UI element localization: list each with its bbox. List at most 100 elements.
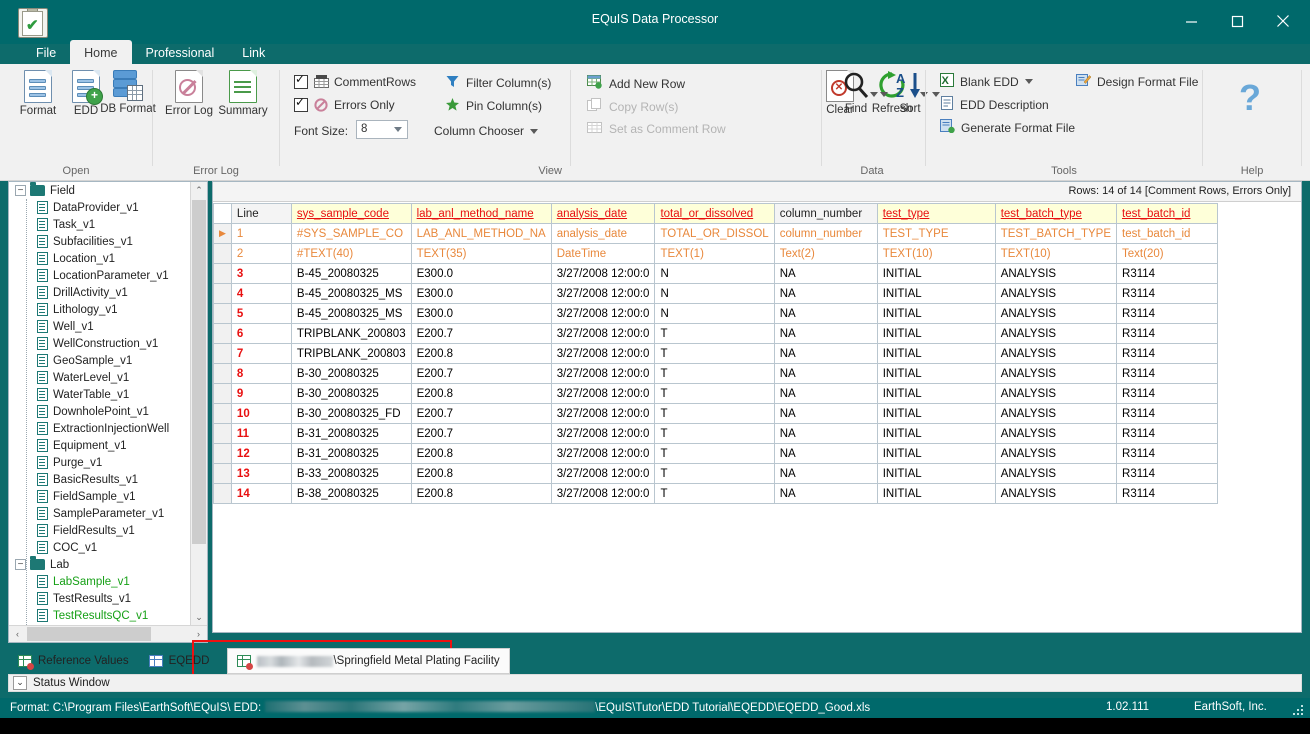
- cell-lab_anl_method_name[interactable]: E200.8: [411, 464, 551, 484]
- row-marker[interactable]: [214, 464, 232, 484]
- cell-total_or_dissolved[interactable]: N: [655, 264, 774, 284]
- pin-columns-item[interactable]: Pin Column(s): [446, 98, 542, 114]
- cell-column_number[interactable]: NA: [774, 304, 877, 324]
- scroll-thumb-h[interactable]: [27, 627, 151, 641]
- tree-item-testresults_v1[interactable]: TestResults_v1: [9, 590, 191, 607]
- tree-item-labsample_v1[interactable]: LabSample_v1: [9, 573, 191, 590]
- minimize-icon[interactable]: [1168, 4, 1214, 38]
- cell-analysis_date[interactable]: 3/27/2008 12:00:0: [551, 384, 655, 404]
- cell-test_batch_id[interactable]: R3114: [1117, 464, 1218, 484]
- tree-item-basicresults_v1[interactable]: BasicResults_v1: [9, 471, 191, 488]
- cell-test_batch_id[interactable]: R3114: [1117, 444, 1218, 464]
- tab-file[interactable]: File: [22, 40, 70, 66]
- cell-test_batch_type[interactable]: ANALYSIS: [995, 424, 1116, 444]
- bottom-tab-eqedd[interactable]: EQEDD: [139, 648, 220, 674]
- cell-test_type[interactable]: INITIAL: [877, 484, 995, 504]
- scroll-left-icon[interactable]: ‹: [9, 626, 26, 642]
- chevrons-down-icon[interactable]: ⌄: [13, 676, 27, 690]
- chevron-down-icon[interactable]: [394, 127, 402, 132]
- tree-item-purge_v1[interactable]: Purge_v1: [9, 454, 191, 471]
- cell-column_number[interactable]: NA: [774, 344, 877, 364]
- cell-analysis_date[interactable]: 3/27/2008 12:00:0: [551, 324, 655, 344]
- sort-button[interactable]: AZ Sort: [882, 70, 938, 116]
- cell-test_type[interactable]: INITIAL: [877, 264, 995, 284]
- cell-test_batch_type[interactable]: ANALYSIS: [995, 484, 1116, 504]
- cell-test_type[interactable]: INITIAL: [877, 284, 995, 304]
- column-header-test_batch_type[interactable]: test_batch_type: [995, 204, 1116, 224]
- cell-test_type[interactable]: TEXT(10): [877, 244, 995, 264]
- tab-professional[interactable]: Professional: [132, 40, 229, 66]
- cell-test_batch_type[interactable]: ANALYSIS: [995, 304, 1116, 324]
- table-row[interactable]: 11B-31_20080325E200.73/27/2008 12:00:0TN…: [214, 424, 1218, 444]
- table-row[interactable]: 13B-33_20080325E200.83/27/2008 12:00:0TN…: [214, 464, 1218, 484]
- tree-group-lab[interactable]: −Lab: [9, 556, 191, 573]
- cell-test_type[interactable]: INITIAL: [877, 324, 995, 344]
- cell-test_batch_type[interactable]: ANALYSIS: [995, 324, 1116, 344]
- cell-test_batch_id[interactable]: test_batch_id: [1117, 224, 1218, 244]
- cell-test_batch_type[interactable]: ANALYSIS: [995, 444, 1116, 464]
- cell-total_or_dissolved[interactable]: T: [655, 444, 774, 464]
- tree-horizontal-scrollbar[interactable]: ‹ ›: [9, 625, 207, 642]
- cell-analysis_date[interactable]: 3/27/2008 12:00:0: [551, 284, 655, 304]
- table-row[interactable]: 2#TEXT(40)TEXT(35)DateTimeTEXT(1)Text(2)…: [214, 244, 1218, 264]
- tree-item-extractioninjectionwell[interactable]: ExtractionInjectionWell: [9, 420, 191, 437]
- cell-analysis_date[interactable]: 3/27/2008 12:00:0: [551, 404, 655, 424]
- cell-sys_sample_code[interactable]: B-31_20080325: [291, 424, 411, 444]
- table-row[interactable]: ▶1#SYS_SAMPLE_COLAB_ANL_METHOD_NAanalysi…: [214, 224, 1218, 244]
- cell-test_batch_type[interactable]: ANALYSIS: [995, 364, 1116, 384]
- tree-item-drillactivity_v1[interactable]: DrillActivity_v1: [9, 284, 191, 301]
- cell-sys_sample_code[interactable]: #SYS_SAMPLE_CO: [291, 224, 411, 244]
- cell-column_number[interactable]: NA: [774, 284, 877, 304]
- cell-lab_anl_method_name[interactable]: LAB_ANL_METHOD_NA: [411, 224, 551, 244]
- tree-item-waterlevel_v1[interactable]: WaterLevel_v1: [9, 369, 191, 386]
- column-header-total_or_dissolved[interactable]: total_or_dissolved: [655, 204, 774, 224]
- cell-test_batch_id[interactable]: R3114: [1117, 424, 1218, 444]
- find-button[interactable]: Find: [828, 70, 884, 116]
- row-marker[interactable]: [214, 344, 232, 364]
- cell-analysis_date[interactable]: 3/27/2008 12:00:0: [551, 444, 655, 464]
- table-row[interactable]: 9B-30_20080325E200.83/27/2008 12:00:0TNA…: [214, 384, 1218, 404]
- tree-item-watertable_v1[interactable]: WaterTable_v1: [9, 386, 191, 403]
- cell-total_or_dissolved[interactable]: TOTAL_OR_DISSOL: [655, 224, 774, 244]
- tree-item-downholepoint_v1[interactable]: DownholePoint_v1: [9, 403, 191, 420]
- cell-test_type[interactable]: INITIAL: [877, 364, 995, 384]
- cell-analysis_date[interactable]: 3/27/2008 12:00:0: [551, 424, 655, 444]
- cell-sys_sample_code[interactable]: TRIPBLANK_200803: [291, 324, 411, 344]
- tree-item-well_v1[interactable]: Well_v1: [9, 318, 191, 335]
- row-marker[interactable]: [214, 424, 232, 444]
- cell-test_batch_type[interactable]: ANALYSIS: [995, 284, 1116, 304]
- cell-total_or_dissolved[interactable]: T: [655, 364, 774, 384]
- design-format-file-item[interactable]: Design Format File: [1076, 73, 1198, 90]
- row-marker[interactable]: [214, 404, 232, 424]
- chevron-down-icon[interactable]: [1025, 79, 1033, 84]
- column-header-sys_sample_code[interactable]: sys_sample_code: [291, 204, 411, 224]
- cell-test_type[interactable]: INITIAL: [877, 424, 995, 444]
- cell-total_or_dissolved[interactable]: T: [655, 464, 774, 484]
- cell-lab_anl_method_name[interactable]: E200.7: [411, 364, 551, 384]
- cell-sys_sample_code[interactable]: B-45_20080325: [291, 264, 411, 284]
- tab-link[interactable]: Link: [228, 40, 279, 66]
- filter-columns-item[interactable]: Filter Column(s): [446, 75, 551, 91]
- row-marker[interactable]: [214, 284, 232, 304]
- cell-sys_sample_code[interactable]: B-45_20080325_MS: [291, 284, 411, 304]
- cell-analysis_date[interactable]: 3/27/2008 12:00:0: [551, 304, 655, 324]
- cell-total_or_dissolved[interactable]: T: [655, 324, 774, 344]
- cell-test_batch_id[interactable]: R3114: [1117, 404, 1218, 424]
- cell-sys_sample_code[interactable]: B-33_20080325: [291, 464, 411, 484]
- cell-total_or_dissolved[interactable]: T: [655, 344, 774, 364]
- table-row[interactable]: 4B-45_20080325_MSE300.03/27/2008 12:00:0…: [214, 284, 1218, 304]
- maximize-icon[interactable]: [1214, 4, 1260, 38]
- tree-item-coc_v1[interactable]: COC_v1: [9, 539, 191, 556]
- tree-item-subfacilities_v1[interactable]: Subfacilities_v1: [9, 233, 191, 250]
- row-marker[interactable]: [214, 324, 232, 344]
- cell-sys_sample_code[interactable]: B-45_20080325_MS: [291, 304, 411, 324]
- column-header-column_number[interactable]: column_number: [774, 204, 877, 224]
- tree-item-geosample_v1[interactable]: GeoSample_v1: [9, 352, 191, 369]
- cell-column_number[interactable]: NA: [774, 424, 877, 444]
- cell-test_batch_id[interactable]: R3114: [1117, 384, 1218, 404]
- cell-test_batch_type[interactable]: ANALYSIS: [995, 344, 1116, 364]
- cell-test_batch_id[interactable]: R3114: [1117, 484, 1218, 504]
- cell-sys_sample_code[interactable]: B-30_20080325_FD: [291, 404, 411, 424]
- cell-test_batch_id[interactable]: R3114: [1117, 344, 1218, 364]
- cell-analysis_date[interactable]: analysis_date: [551, 224, 655, 244]
